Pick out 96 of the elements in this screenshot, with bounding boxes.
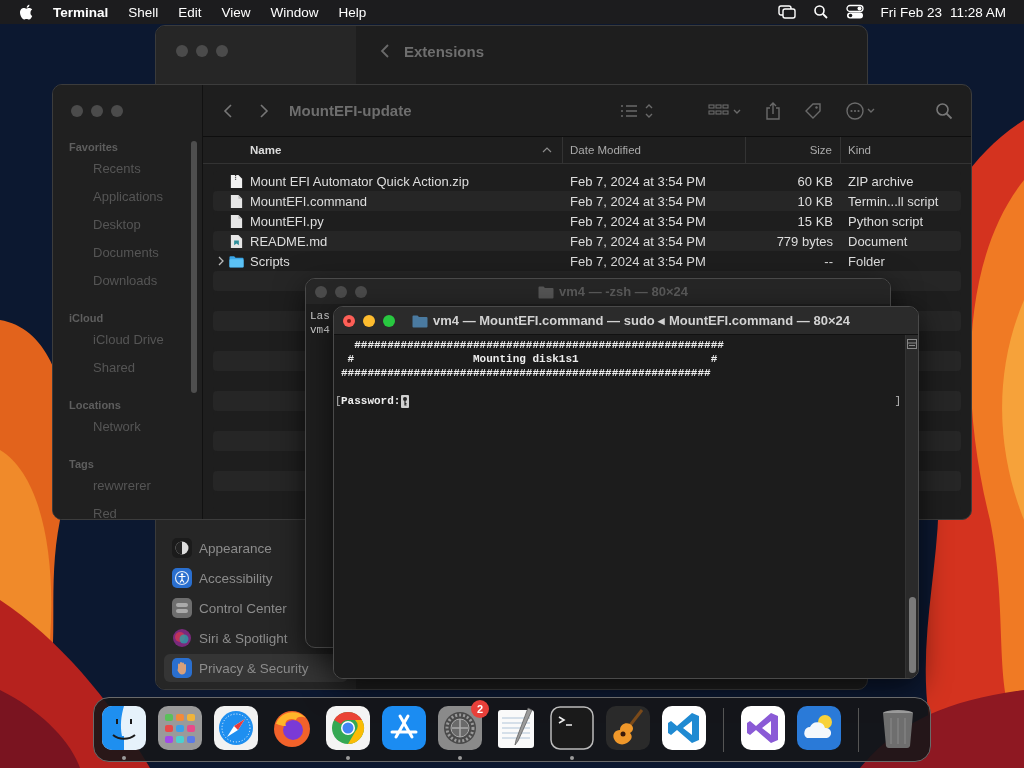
gear-icon[interactable] (438, 705, 482, 750)
smiling-face-icon[interactable] (102, 705, 146, 750)
menu-item[interactable]: Help (338, 4, 367, 20)
tag-icon[interactable] (803, 100, 823, 121)
size-cell-text: 779 bytes (775, 233, 834, 249)
app-menu[interactable]: Terminal (53, 4, 109, 20)
date-cell-text: Feb 7, 2024 at 3:54 PM (569, 233, 707, 249)
zoom-button[interactable] (383, 314, 395, 327)
document-icon (229, 193, 244, 209)
forward-chevron-icon[interactable] (259, 102, 269, 119)
date-cell-text: Feb 7, 2024 at 3:54 PM (569, 253, 707, 269)
file-row[interactable]: MountEFI.command Feb 7, 2024 at 3:54 PM 10 KB Termin...ll script (213, 191, 961, 211)
notification-badge: 2 (471, 699, 489, 718)
split-pane-icon[interactable] (907, 339, 917, 349)
file-name: MountEFI.command (250, 193, 368, 209)
settings-sidebar-item[interactable]: Siri & Spotlight (164, 624, 294, 652)
disclosure-chevron-icon[interactable] (217, 256, 225, 266)
close-button[interactable] (343, 314, 355, 327)
window-title: vm4 — MountEFI.command — sudo ◂ MountEFI.command — 80×24 (433, 313, 850, 328)
minimize-button[interactable] (363, 314, 375, 327)
document-icon (229, 213, 244, 229)
mark-bracket: [ (335, 394, 342, 408)
settings-sidebar-item[interactable]: Appearance (164, 534, 278, 562)
terminal-line: ######################################################## (341, 366, 711, 380)
person-icon (172, 568, 192, 588)
more-options-icon[interactable] (845, 100, 877, 121)
half-circle-icon (172, 538, 192, 558)
sidebar-heading: Locations (68, 398, 122, 413)
sidebar-heading: iCloud (68, 311, 105, 326)
back-chevron-icon[interactable] (223, 102, 233, 119)
orb-icon (172, 628, 192, 648)
apple-logo-icon[interactable] (19, 4, 33, 20)
menu-bar-date[interactable]: Fri Feb 23 (880, 4, 942, 20)
share-icon[interactable] (763, 100, 783, 121)
column-header[interactable]: Size (746, 137, 841, 163)
password-prompt: Password: (341, 394, 401, 408)
settings-sidebar-item[interactable]: Accessibility (164, 564, 279, 592)
toggles-icon (172, 598, 192, 618)
terminal-line: Las (310, 309, 330, 323)
screen-mirroring-icon[interactable] (778, 4, 797, 20)
file-row[interactable]: README.md Feb 7, 2024 at 3:54 PM 779 bytes Document (213, 231, 961, 251)
key-cursor-icon (401, 394, 410, 408)
ribbon-logo-icon[interactable] (662, 705, 706, 750)
size-cell-text: 15 KB (796, 213, 834, 229)
size-cell-text: 60 KB (796, 173, 834, 189)
kind-cell-text: ZIP archive (847, 173, 914, 189)
terminal-prompt-icon[interactable] (550, 705, 594, 750)
guitar-icon[interactable] (606, 705, 650, 750)
date-cell-text: Feb 7, 2024 at 3:54 PM (569, 213, 707, 229)
menu-item[interactable]: Shell (128, 4, 159, 20)
ribbon-logo-icon[interactable] (741, 705, 785, 750)
menu-item[interactable]: View (221, 4, 251, 20)
menu-bar-time[interactable]: 11:28 AM (949, 4, 1006, 20)
window-title: MountEFI-update (289, 102, 412, 119)
terminal-line: vm4 (310, 323, 330, 337)
chrome-wheel-icon[interactable] (326, 705, 370, 750)
compass-icon[interactable] (214, 705, 258, 750)
sun-cloud-icon[interactable] (797, 705, 841, 750)
kind-cell-text: Folder (847, 253, 885, 269)
terminal-line: # Mounting disk1s1 # (346, 352, 718, 366)
document-icon (229, 233, 244, 249)
hand-icon (172, 658, 192, 678)
zip-file-icon (229, 173, 244, 189)
column-header[interactable]: Name (203, 137, 563, 163)
folder-icon (412, 313, 429, 328)
back-chevron-icon[interactable] (380, 43, 390, 59)
column-header[interactable]: Kind (841, 137, 971, 163)
sidebar-heading: Tags (68, 457, 95, 472)
app-store-icon[interactable] (382, 705, 426, 750)
kind-cell-text: Termin...ll script (847, 193, 939, 209)
size-cell-text: 10 KB (796, 193, 834, 209)
file-name: Scripts (250, 253, 290, 269)
file-name: Mount EFI Automator Quick Action.zip (250, 173, 469, 189)
file-name: README.md (250, 233, 328, 249)
scrollbar-thumb[interactable] (191, 141, 197, 393)
terminal-line: ######################################################## (353, 338, 724, 352)
sort-caret-icon (542, 147, 552, 153)
app-grid-icon[interactable] (158, 705, 202, 750)
folder-icon (229, 253, 244, 269)
scrollbar-thumb[interactable] (908, 597, 916, 673)
control-center-icon[interactable] (846, 4, 865, 20)
settings-sidebar-item[interactable]: Privacy & Security (164, 654, 348, 682)
date-cell-text: Feb 7, 2024 at 3:54 PM (569, 173, 707, 189)
mark-bracket: ] (894, 394, 901, 408)
date-cell-text: Feb 7, 2024 at 3:54 PM (569, 193, 707, 209)
column-header[interactable]: Date Modified (563, 137, 746, 163)
kind-cell-text: Document (847, 233, 908, 249)
sidebar-heading: Favorites (68, 140, 119, 155)
menu-item[interactable]: Window (270, 4, 319, 20)
kind-cell-text: Python script (847, 213, 924, 229)
folder-icon (538, 284, 554, 299)
settings-page-title: Extensions (404, 42, 485, 60)
file-name: MountEFI.py (250, 213, 324, 229)
size-cell-text: -- (823, 253, 834, 269)
menu-item[interactable]: Edit (178, 4, 202, 20)
settings-sidebar-item[interactable]: Control Center (164, 594, 293, 622)
